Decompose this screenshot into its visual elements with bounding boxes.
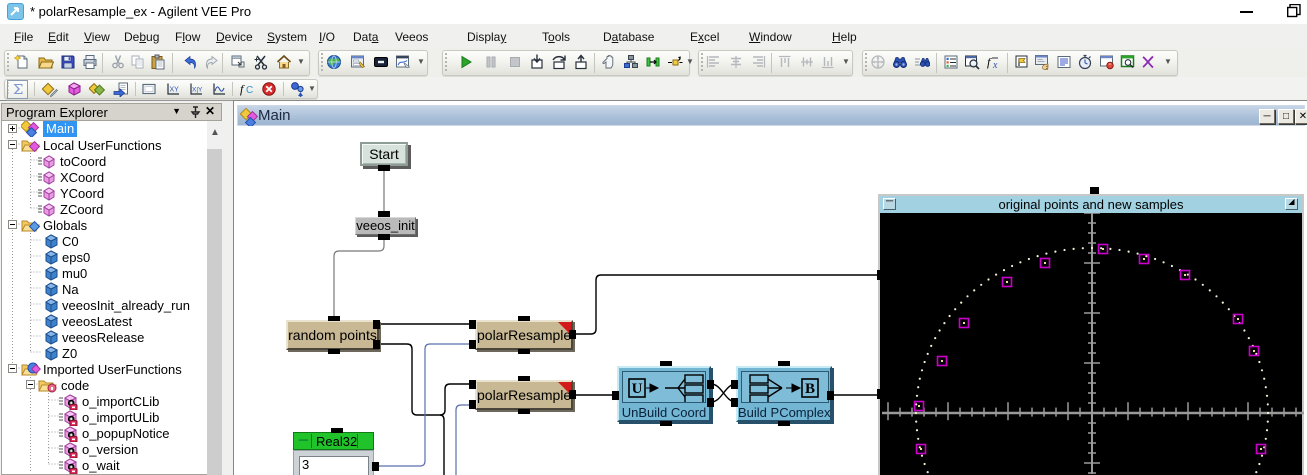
svg-text:U: U	[632, 381, 643, 397]
svg-text:X|Y: X|Y	[192, 87, 203, 94]
svg-text:f: f	[240, 82, 245, 96]
svg-text:XY: XY	[170, 87, 180, 94]
svg-text:f: f	[987, 55, 992, 69]
svg-text:x: x	[992, 60, 998, 70]
svg-text:C: C	[246, 85, 253, 96]
svg-text:B: B	[805, 381, 815, 397]
